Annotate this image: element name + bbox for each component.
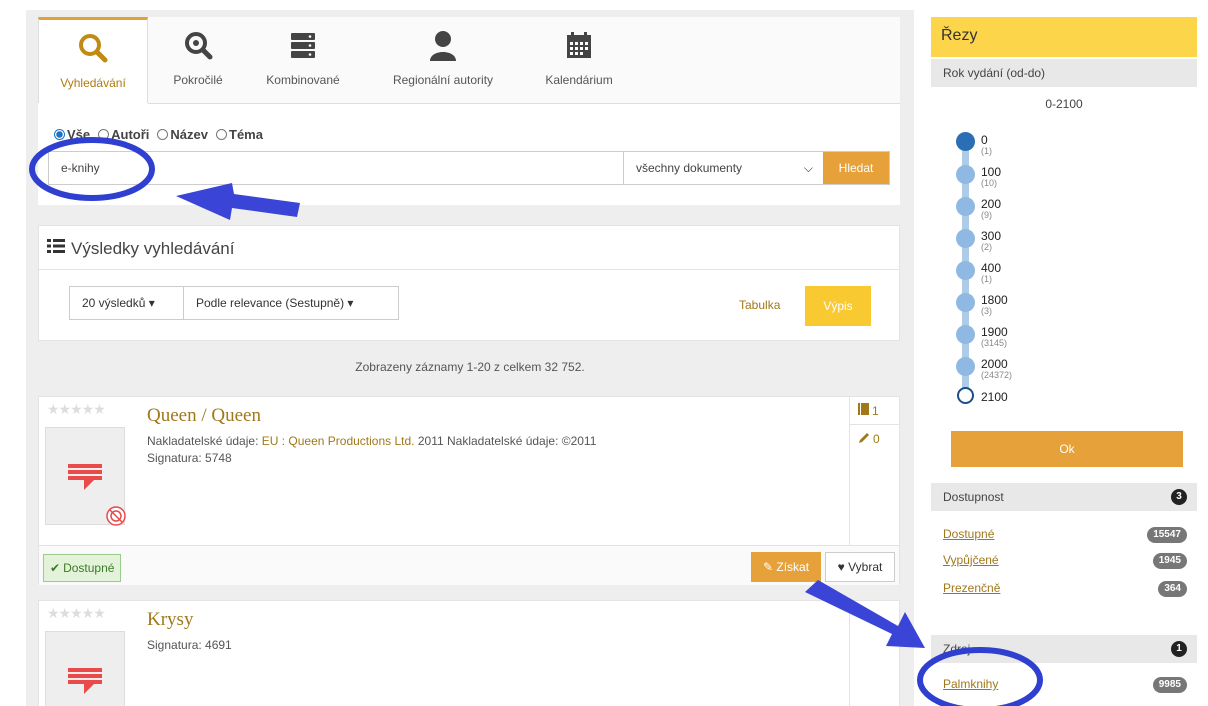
record-title-link[interactable]: Queen / Queen — [147, 405, 261, 427]
record-metadata: Nakladatelské údaje: EU : Queen Producti… — [147, 433, 596, 467]
radio-nazev[interactable]: Název — [157, 127, 208, 142]
tab-label: Kalendárium — [545, 73, 613, 87]
results-title: Výsledky vyhledávání — [71, 238, 235, 258]
search-panel: Vyhledávání Pokročilé Kombinované Region… — [38, 17, 900, 205]
year-section-header[interactable]: Rok vydání (od-do) — [931, 59, 1197, 87]
tab-label: Vyhledávání — [60, 76, 126, 90]
year-tick: 2000 (24372) — [981, 357, 1013, 380]
results-heading: Výsledky vyhledávání — [47, 238, 234, 259]
record-signature: Signatura: 5748 — [147, 451, 232, 465]
facets-sidebar: Řezy Rok vydání (od-do) 0-2100 0 (1) 100(… — [931, 17, 1197, 706]
rating-stars[interactable]: ★★★★★ — [47, 605, 106, 622]
availability-count-badge: 3 — [1171, 489, 1187, 505]
result-record: ★★★★★ Krysy Signatura: 4691 — [38, 600, 900, 706]
view-table-button[interactable]: Tabulka — [739, 298, 780, 312]
year-tick: 1800 (3) — [981, 293, 1008, 316]
book-cover[interactable] — [45, 427, 126, 526]
result-record: ★★★★★ Queen / Queen Nakladatelské údaje:… — [38, 396, 900, 585]
book-placeholder-icon — [68, 464, 126, 526]
publisher-rest: 2011 Nakladatelské údaje: ©2011 — [417, 434, 597, 448]
sort-dropdown[interactable]: Podle relevance (Sestupně) ▾ — [183, 286, 399, 320]
heart-icon: ♥ — [837, 560, 845, 574]
slider-step[interactable] — [956, 229, 975, 248]
source-section-header[interactable]: Zdroj 1 — [931, 635, 1197, 663]
facet-item-vypujcene[interactable]: Vypůjčené 1945 — [943, 553, 1187, 573]
document-type-value: všechny dokumenty — [636, 161, 743, 175]
year-tick: 300 (2) — [981, 229, 1002, 252]
facet-item-palmknihy[interactable]: Palmknihy 9985 — [943, 677, 1187, 697]
book-icon — [858, 403, 869, 418]
chevron-down-icon: ⌵ — [803, 161, 813, 175]
document-type-select[interactable]: všechny dokumenty ⌵ — [623, 152, 823, 184]
slider-step[interactable] — [956, 197, 975, 216]
results-panel: Výsledky vyhledávání 20 výsledků ▾ Podle… — [38, 225, 900, 341]
record-title-link[interactable]: Krysy — [147, 609, 193, 631]
facet-item-dostupne[interactable]: Dostupné 15547 — [943, 527, 1187, 547]
year-ok-button[interactable]: Ok — [951, 431, 1183, 467]
book-placeholder-icon — [68, 668, 102, 694]
calendar-icon — [524, 25, 634, 65]
select-button[interactable]: ♥ Vybrat — [825, 552, 895, 582]
record-footer: ✔ Dostupné ✎ Získat ♥ Vybrat — [39, 545, 899, 585]
copies-count[interactable]: 1 — [850, 397, 899, 425]
record-signature: Signatura: 4691 — [147, 638, 232, 652]
facets-title: Řezy — [931, 17, 1197, 57]
slider-step[interactable] — [956, 293, 975, 312]
facet-item-prezencne[interactable]: Prezenčně 364 — [943, 581, 1187, 601]
check-icon: ✔ — [50, 561, 61, 575]
publisher-link[interactable]: EU : Queen Productions Ltd. — [262, 434, 415, 448]
source-count-badge: 1 — [1171, 641, 1187, 657]
year-tick: 400 (1) — [981, 261, 1002, 284]
tab-label: Pokročilé — [173, 73, 223, 87]
search-bar: všechny dokumenty ⌵ Hledat — [48, 151, 890, 185]
year-tick: 1900 (3145) — [981, 325, 1008, 348]
tab-pokrocile[interactable]: Pokročilé — [148, 17, 248, 103]
tabs-divider — [148, 103, 900, 104]
tab-kombinovane[interactable]: Kombinované — [248, 17, 358, 103]
availability-section-header[interactable]: Dostupnost 3 — [931, 483, 1197, 511]
results-summary: Zobrazeny záznamy 1-20 z celkem 32 752. — [355, 360, 585, 374]
tab-vyhledavani[interactable]: Vyhledávání — [38, 17, 148, 103]
results-divider — [39, 269, 899, 270]
search-scope-radios: Vše Autoři Název Téma — [54, 127, 263, 142]
record-side-stats — [849, 601, 899, 706]
search-input[interactable] — [49, 152, 623, 184]
tab-label: Kombinované — [266, 73, 340, 87]
record-side-stats: 1 0 — [849, 397, 899, 545]
year-tick: 2100 — [981, 390, 1008, 404]
book-cover[interactable] — [45, 631, 125, 706]
year-range-label: 0-2100 — [1045, 97, 1083, 111]
slider-step[interactable] — [956, 261, 975, 280]
search-icon — [39, 28, 147, 68]
publisher-label: Nakladatelské údaje: — [147, 434, 259, 448]
slider-step[interactable] — [956, 357, 975, 376]
slider-step[interactable] — [956, 325, 975, 344]
pencil-icon — [858, 432, 870, 447]
user-icon — [368, 25, 518, 65]
view-list-button[interactable]: Výpis — [805, 286, 871, 326]
year-tick: 0 (1) — [981, 133, 992, 156]
per-page-dropdown[interactable]: 20 výsledků ▾ — [69, 286, 184, 320]
get-button[interactable]: ✎ Získat — [751, 552, 821, 582]
record-metadata: Signatura: 4691 — [147, 637, 232, 654]
year-tick: 100 (10) — [981, 165, 1002, 188]
availability-badge[interactable]: ✔ Dostupné — [43, 554, 122, 582]
search-button[interactable]: Hledat — [823, 152, 889, 184]
year-tick: 200 (9) — [981, 197, 1002, 220]
tab-regionalni-autority[interactable]: Regionální autority — [368, 17, 518, 103]
zoom-icon — [148, 25, 248, 65]
slider-handle-end[interactable] — [957, 387, 974, 404]
list-icon — [47, 238, 65, 259]
tab-kalendarium[interactable]: Kalendárium — [524, 17, 634, 103]
rating-stars[interactable]: ★★★★★ — [47, 401, 106, 418]
radio-tema[interactable]: Téma — [216, 127, 263, 142]
radio-autori[interactable]: Autoři — [98, 127, 149, 142]
slider-handle-start[interactable] — [956, 132, 975, 151]
tab-label: Regionální autority — [392, 73, 494, 87]
radio-vse[interactable]: Vše — [54, 127, 90, 142]
slider-step[interactable] — [956, 165, 975, 184]
reviews-count[interactable]: 0 — [850, 425, 899, 453]
server-stack-icon — [248, 25, 358, 65]
